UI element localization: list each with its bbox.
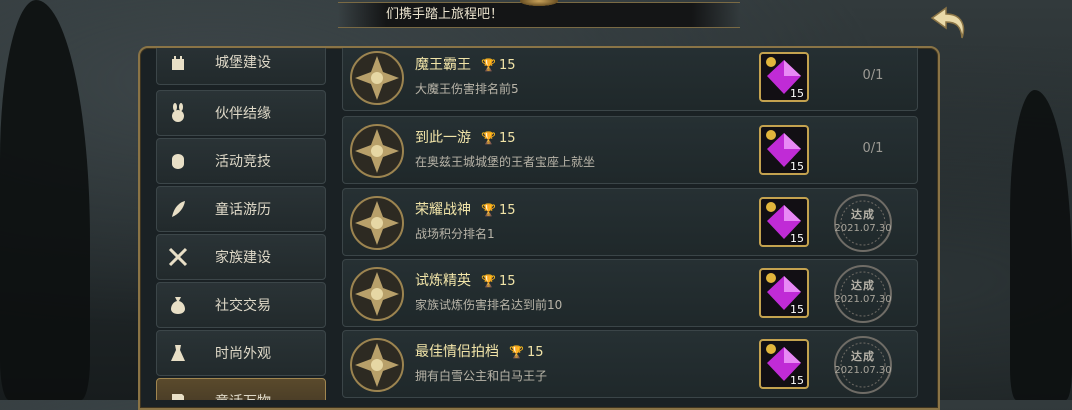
- achieved-stamp: 达成 2021.07.30: [833, 264, 893, 324]
- reward-slot[interactable]: 15: [759, 339, 809, 389]
- achieved-stamp: 达成 2021.07.30: [833, 193, 893, 253]
- reward-slot[interactable]: 15: [759, 125, 809, 175]
- swords-icon: [167, 246, 189, 268]
- sidebar-item-label: 社交交易: [215, 298, 271, 314]
- banner-ornament: [520, 0, 558, 6]
- category-sidebar: 城堡建设 伙伴结缘 活动竞技 童话游历 家族建设 社交交易 时尚外观: [154, 48, 328, 400]
- achievement-title: 荣耀战神 🏆 15: [415, 202, 516, 218]
- reward-slot[interactable]: 15: [759, 52, 809, 102]
- background-tree-left: [0, 0, 90, 400]
- back-arrow-icon: [930, 6, 965, 39]
- achievement-description: 战场积分排名1: [415, 227, 495, 241]
- achievement-row: 荣耀战神 🏆 15 战场积分排名1 15 达成 2021.07.30: [342, 188, 918, 256]
- achievement-description: 在奥兹王城城堡的王者宝座上就坐: [415, 155, 596, 169]
- achievement-row: 试炼精英 🏆 15 家族试炼伤害排名达到前10 15 达成 2021.07.30: [342, 259, 918, 327]
- achievement-title: 到此一游 🏆 15: [415, 130, 516, 146]
- sidebar-item-competition[interactable]: 活动竞技: [156, 138, 326, 184]
- achievement-points: 15: [498, 58, 516, 73]
- stamp-date: 2021.07.30: [834, 294, 892, 305]
- sidebar-item-fashion[interactable]: 时尚外观: [156, 330, 326, 376]
- sidebar-item-family[interactable]: 家族建设: [156, 234, 326, 280]
- achievement-title: 最佳情侣拍档 🏆 15: [415, 344, 544, 360]
- sidebar-item-label: 活动竞技: [215, 154, 271, 170]
- medal-icon: [350, 124, 404, 178]
- sidebar-item-label: 童话万物: [215, 391, 271, 400]
- trophy-icon: 🏆: [481, 58, 496, 72]
- achievement-row: 魔王霸王 🏆 15 大魔王伤害排名前5 15 0/1: [342, 48, 918, 111]
- reward-count: 15: [790, 87, 804, 100]
- trophy-icon: 🏆: [481, 131, 496, 145]
- dress-icon: [167, 342, 189, 364]
- reward-slot[interactable]: 15: [759, 197, 809, 247]
- reward-count: 15: [790, 303, 804, 316]
- banner-text: 们携手踏上旅程吧！: [386, 7, 504, 22]
- sidebar-item-trade[interactable]: 社交交易: [156, 282, 326, 328]
- achievement-row: 最佳情侣拍档 🏆 15 拥有白雪公主和白马王子 15 达成 2021.07.30: [342, 330, 918, 398]
- stamp-date: 2021.07.30: [834, 365, 892, 376]
- sidebar-item-travel[interactable]: 童话游历: [156, 186, 326, 232]
- trophy-icon: 🏆: [481, 203, 496, 217]
- back-button[interactable]: [928, 4, 970, 44]
- feather-icon: [167, 198, 189, 220]
- fist-icon: [167, 150, 189, 172]
- medal-icon: [350, 338, 404, 392]
- achieved-stamp: 达成 2021.07.30: [833, 335, 893, 395]
- rabbit-icon: [167, 102, 189, 124]
- achievement-points: 15: [526, 345, 544, 360]
- medal-icon: [350, 196, 404, 250]
- achievement-title: 魔王霸王 🏆 15: [415, 57, 516, 73]
- achievement-points: 15: [498, 131, 516, 146]
- achievement-title: 试炼精英 🏆 15: [415, 273, 516, 289]
- achievement-description: 拥有白雪公主和白马王子: [415, 369, 548, 383]
- trophy-icon: 🏆: [481, 274, 496, 288]
- sidebar-item-label: 家族建设: [215, 250, 271, 266]
- achievement-row: 到此一游 🏆 15 在奥兹王城城堡的王者宝座上就坐 15 0/1: [342, 116, 918, 184]
- sidebar-item-label: 童话游历: [215, 202, 271, 218]
- money-bag-icon: [167, 294, 189, 316]
- book-icon: [167, 390, 189, 400]
- stamp-label: 达成: [851, 208, 875, 221]
- sidebar-item-castle[interactable]: 城堡建设: [156, 48, 326, 85]
- achievement-description: 家族试炼伤害排名达到前10: [415, 298, 563, 312]
- achievement-description: 大魔王伤害排名前5: [415, 82, 519, 96]
- medal-icon: [350, 51, 404, 105]
- sidebar-item-label: 时尚外观: [215, 346, 271, 362]
- stamp-label: 达成: [851, 279, 875, 292]
- reward-count: 15: [790, 232, 804, 245]
- stamp-label: 达成: [851, 350, 875, 363]
- background-tree-right: [1010, 90, 1072, 400]
- sidebar-item-partner[interactable]: 伙伴结缘: [156, 90, 326, 136]
- achievement-list[interactable]: 魔王霸王 🏆 15 大魔王伤害排名前5 15 0/1 到此一游 🏆 15 在奥兹王城城堡…: [342, 48, 920, 400]
- achievement-progress: 0/1: [862, 68, 884, 83]
- sidebar-item-label: 城堡建设: [215, 55, 271, 71]
- stamp-date: 2021.07.30: [834, 223, 892, 234]
- medal-icon: [350, 267, 404, 321]
- reward-count: 15: [790, 160, 804, 173]
- castle-icon: [167, 51, 189, 73]
- achievement-points: 15: [498, 203, 516, 218]
- sidebar-item-everything[interactable]: 童话万物: [156, 378, 326, 400]
- achievement-points: 15: [498, 274, 516, 289]
- trophy-icon: 🏆: [509, 345, 524, 359]
- reward-count: 15: [790, 374, 804, 387]
- reward-slot[interactable]: 15: [759, 268, 809, 318]
- achievement-progress: 0/1: [862, 141, 884, 156]
- sidebar-item-label: 伙伴结缘: [215, 106, 271, 122]
